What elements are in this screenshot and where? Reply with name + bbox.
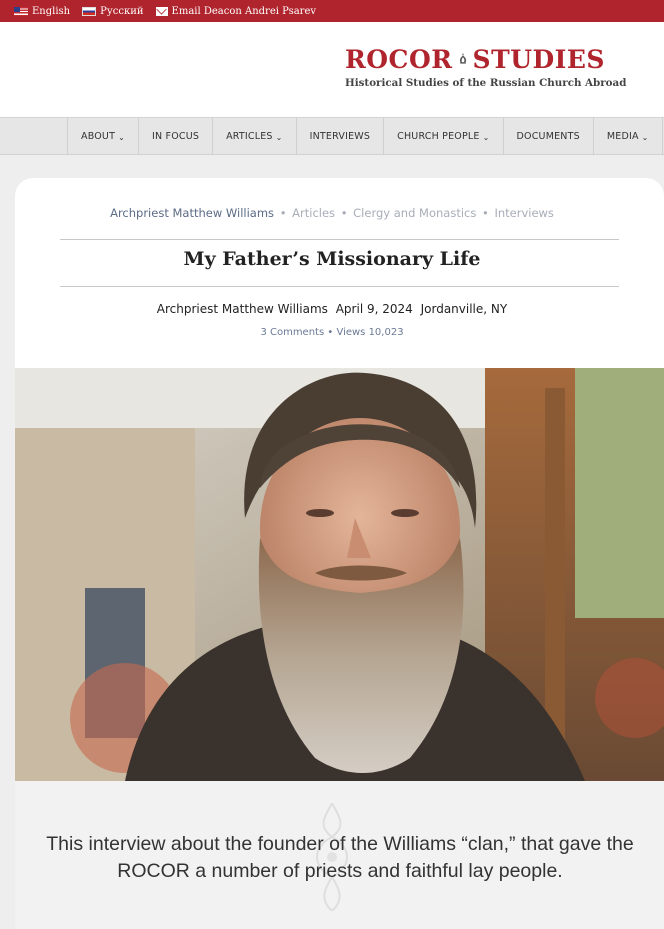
publish-date: April 9, 2024	[335, 302, 413, 316]
breadcrumb-articles-link[interactable]: Articles	[292, 206, 335, 220]
chevron-down-icon: ⌄	[482, 132, 490, 142]
logo-word-rocor: ROCOR	[345, 44, 453, 74]
nav-item-documents[interactable]: DOCUMENTS	[502, 118, 593, 154]
breadcrumb-author-link[interactable]: Archpriest Matthew Williams	[110, 206, 274, 220]
top-bar: English Русский Email Deacon Andrei Psar…	[0, 0, 664, 22]
chevron-down-icon: ⌄	[641, 132, 649, 142]
nav-item-in-focus[interactable]: IN FOCUS	[138, 118, 212, 154]
russia-flag-icon	[82, 6, 97, 16]
nav-item-label: DOCUMENTS	[516, 130, 580, 142]
site-logo[interactable]: ROCOR STUDIES Historical Studies of the …	[345, 42, 627, 90]
nav-item-interviews[interactable]: INTERVIEWS	[295, 118, 384, 154]
portrait-photo	[15, 368, 664, 781]
article-photo	[15, 368, 664, 781]
envelope-icon	[155, 6, 168, 16]
article-meta: Archpriest Matthew Williams April 9, 202…	[15, 302, 649, 316]
chevron-down-icon: ⌄	[275, 132, 283, 142]
article-card: Archpriest Matthew Williams • Articles •…	[15, 178, 664, 929]
views-count: Views 10,023	[336, 327, 404, 338]
logo-tagline: Historical Studies of the Russian Church…	[345, 77, 627, 89]
article-intro: This interview about the founder of the …	[15, 781, 664, 929]
divider	[60, 286, 619, 287]
comments-link[interactable]: 3 Comments	[260, 327, 324, 338]
nav-item-church-people[interactable]: CHURCH PEOPLE ⌄	[383, 118, 502, 154]
divider	[60, 239, 619, 240]
nav-item-label: IN FOCUS	[152, 130, 200, 142]
language-russian-link[interactable]: Русский	[82, 5, 144, 17]
breadcrumb: Archpriest Matthew Williams • Articles •…	[110, 206, 554, 220]
chevron-down-icon: ⌄	[118, 132, 125, 142]
page-title: My Father’s Missionary Life	[183, 248, 481, 270]
intro-text: This interview about the founder of the …	[46, 833, 634, 882]
article-stats: 3 Comments • Views 10,023	[260, 327, 404, 338]
onion-dome-icon	[459, 53, 466, 64]
nav-item-label: CHURCH PEOPLE	[397, 130, 480, 142]
nav-item-about[interactable]: ABOUT ⌄	[67, 118, 138, 154]
nav-item-articles[interactable]: ARTICLES ⌄	[212, 118, 295, 154]
logo-word-studies: STUDIES	[472, 44, 605, 74]
nav-item-label: INTERVIEWS	[309, 130, 371, 142]
location: Jordanville, NY	[420, 302, 508, 316]
breadcrumb-clergy-link[interactable]: Clergy and Monastics	[353, 206, 476, 220]
nav-item-label: MEDIA	[606, 130, 639, 142]
nav-item-media[interactable]: MEDIA ⌄	[592, 118, 663, 154]
email-link[interactable]: Email Deacon Andrei Psarev	[155, 5, 317, 17]
breadcrumb-interviews-link[interactable]: Interviews	[494, 206, 553, 220]
nav-item-label: ABOUT	[81, 130, 116, 142]
language-english-label: English	[32, 5, 71, 17]
author-link[interactable]: Archpriest Matthew Williams	[157, 302, 328, 316]
site-header: ROCOR STUDIES Historical Studies of the …	[0, 22, 664, 117]
email-label: Email Deacon Andrei Psarev	[171, 5, 317, 17]
us-flag-icon	[14, 6, 28, 16]
nav-item-label: ARTICLES	[226, 130, 273, 142]
main-nav: ABOUT ⌄ IN FOCUS ARTICLES ⌄ INTERVIEWS CHU…	[0, 117, 664, 155]
language-russian-label: Русский	[100, 5, 144, 17]
language-english-link[interactable]: English	[14, 6, 70, 17]
